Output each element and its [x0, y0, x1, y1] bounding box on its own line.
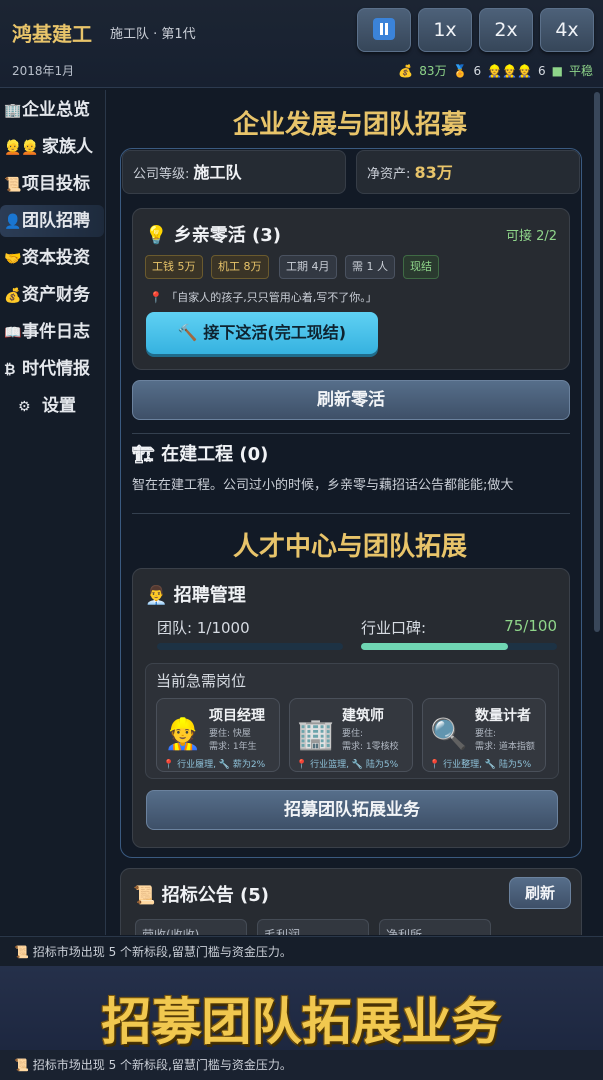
reputation-progress-fill [361, 643, 508, 650]
tag-staff-needed: 需 1 人 [345, 255, 395, 279]
scroll-icon: 📜 [14, 1058, 29, 1072]
tag-duration: 工期 4月 [279, 255, 337, 279]
speed-4x-button[interactable]: 4x [540, 8, 594, 52]
sidebar-item-settings[interactable]: ⚙ 设置 [0, 390, 104, 422]
coin-icon: ₿ [4, 362, 16, 378]
sidebar-item-finance[interactable]: 💰资产财务 [0, 279, 104, 311]
banner-title: 招募团队拓展业务 [101, 993, 502, 1051]
worker-count: 6 [538, 63, 546, 78]
team-progress-bar [157, 643, 343, 650]
tender-column-gross-profit: 毛利润 [257, 919, 369, 935]
scroll-icon: 📜 [14, 945, 29, 959]
news-ticker: 📜 招标市场出现 5 个新标段,留慧门槛与资金压力。 [0, 936, 603, 966]
buildings-icon: 🏢 [297, 717, 335, 752]
divider [132, 433, 570, 434]
scrollbar[interactable] [594, 92, 600, 632]
status-stats: 💰 83万 🏅 6 👷👷👷 6 ■ 平稳 [398, 62, 593, 79]
pin-icon: 📍 [296, 760, 308, 770]
worker-helmet-icon: 👷 [164, 717, 202, 752]
gig-availability: 可接 2/2 [505, 229, 557, 244]
company-level-box: 公司等级: 施工队 [122, 150, 346, 194]
handshake-icon: 🤝 [4, 251, 22, 267]
job-card-quantity-surveyor[interactable]: 🔍 数量计者 要住: 需求: 道本指额 📍 行业整理, 🔧 陆为5% [422, 698, 546, 772]
construction-title: 🏗 在建工程 (0) [132, 444, 269, 465]
tender-column-revenue: 营收(收收) [135, 919, 247, 935]
game-date: 2018年1月 [12, 64, 75, 78]
family-icon: 👱👱 [4, 140, 39, 156]
recruiter-icon: 👨‍💼 [145, 585, 168, 606]
promo-banner: 招募团队拓展业务 [0, 966, 603, 1051]
expand-team-button[interactable]: 招募团队拓展业务 [146, 790, 558, 830]
speed-1x-button[interactable]: 1x [418, 8, 472, 52]
sidebar-item-investment[interactable]: 🤝资本投资 [0, 242, 104, 274]
team-size: 团队: 1/1000 [157, 619, 250, 637]
medal-count: 6 [473, 63, 482, 78]
net-assets-box: 净资产: 83万 [356, 150, 580, 194]
tag-cash-settle: 现结 [403, 255, 439, 279]
tender-card: 📜 招标公告 (5) 刷新 营收(收收) 毛利润 净利所 [120, 868, 582, 935]
reputation-value: 75/100 [504, 617, 557, 635]
construction-note: 智在在建工程。公司过小的时候，乡亲零与藕招话公告都能能;做大 [132, 478, 514, 493]
reputation-progress-bar [361, 643, 557, 650]
money-value: 83万 [419, 64, 447, 78]
news-ticker-bottom: 📜 招标市场出现 5 个新标段,留慧门槛与资金压力。 [0, 1050, 603, 1080]
company-name: 鸿基建工 [12, 22, 92, 46]
urgent-jobs-label: 当前急需岗位 [156, 672, 247, 690]
lightbulb-icon: 💡 [145, 225, 168, 246]
tag-machine-cost: 机工 8万 [211, 255, 269, 279]
pin-icon: 📍 [149, 291, 163, 304]
sidebar-item-bidding[interactable]: 📜项目投标 [0, 168, 104, 200]
pause-button[interactable] [357, 8, 411, 52]
net-assets-value: 83万 [414, 163, 453, 182]
sidebar-item-intel[interactable]: ₿ 时代情报 [0, 353, 104, 385]
gig-title: 💡 乡亲零活 (3) [145, 225, 281, 246]
hammer-icon: 🔨 [177, 323, 198, 342]
crane-icon: 🏗 [132, 444, 155, 465]
sidebar-item-event-log[interactable]: 📖事件日志 [0, 316, 104, 348]
sidebar-item-overview[interactable]: 🏢企业总览 [0, 94, 104, 126]
pin-icon: 📍 [163, 760, 175, 770]
scroll-icon: 📜 [4, 177, 22, 193]
job-card-architect[interactable]: 🏢 建筑师 要住: 需求: 1零核校 📍 行业篮理, 🔧 陆为5% [289, 698, 413, 772]
gig-quote: 📍 「自家人的孩子,只只管用心着,写不了你。」 [149, 291, 377, 304]
company-tier: 施工队 · 第1代 [110, 27, 196, 42]
tender-column-net-profit: 净利所 [379, 919, 491, 935]
scroll-icon: 📜 [133, 885, 156, 906]
status-indicator-icon: ■ [551, 63, 563, 78]
main-content: 企业发展与团队招募 公司等级: 施工队 净资产: 83万 💡 乡亲零活 (3) … [108, 90, 592, 935]
refresh-gig-button[interactable]: 刷新零活 [132, 380, 570, 420]
tender-title: 📜 招标公告 (5) [133, 885, 269, 906]
tag-wage: 工钱 5万 [145, 255, 203, 279]
divider [132, 513, 570, 514]
building-icon: 🏢 [4, 103, 22, 119]
section-title-talent: 人才中心与团队拓展 [232, 532, 467, 562]
company-level-value: 施工队 [193, 163, 242, 182]
gear-icon: ⚙ [18, 399, 31, 415]
sidebar-nav: 🏢企业总览 👱👱 家族人 📜项目投标 👤团队招聘 🤝资本投资 💰资产财务 📖事件日… [0, 90, 106, 935]
section-title-development: 企业发展与团队招募 [232, 110, 467, 140]
recruit-title: 👨‍💼 招聘管理 [145, 585, 246, 606]
pin-icon: 📍 [429, 760, 441, 770]
reputation-label: 行业口碑: [361, 619, 427, 637]
speed-2x-button[interactable]: 2x [479, 8, 533, 52]
money-bag-icon: 💰 [4, 288, 22, 304]
person-icon: 👤 [4, 214, 22, 230]
book-icon: 📖 [4, 325, 22, 341]
top-bar: 鸿基建工 施工队 · 第1代 2018年1月 1x 2x 4x 💰 83万 🏅 … [0, 0, 603, 88]
magnifier-icon: 🔍 [430, 717, 468, 752]
job-card-project-manager[interactable]: 👷 项目经理 要住: 快屋 需求: 1年生 📍 行业履理, 🔧 薪为2% [156, 698, 280, 772]
workers-icon: 👷👷👷 [487, 63, 532, 78]
pause-icon [373, 17, 395, 40]
refresh-tender-button[interactable]: 刷新 [509, 877, 571, 909]
medal-icon: 🏅 [452, 63, 468, 78]
money-bag-icon: 💰 [398, 63, 414, 78]
sidebar-item-family[interactable]: 👱👱 家族人 [0, 131, 104, 163]
accept-gig-button[interactable]: 🔨 接下这活(完工现结) [146, 312, 378, 354]
market-status: 平稳 [568, 64, 593, 78]
sidebar-item-recruit[interactable]: 👤团队招聘 [0, 205, 104, 237]
